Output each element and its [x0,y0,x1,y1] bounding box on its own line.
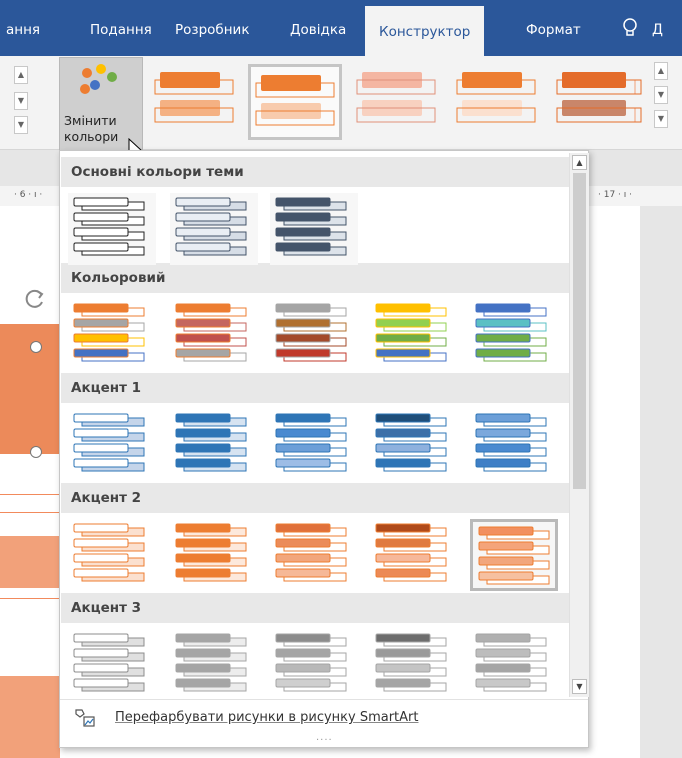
section-heading: Кольоровий [61,263,569,293]
color-dot-icon [107,72,117,82]
color-swatch-option[interactable] [68,193,156,265]
color-swatch-option[interactable] [68,519,156,591]
resize-handle[interactable] [30,341,42,353]
section-heading: Акцент 1 [61,373,569,403]
color-dot-icon [96,64,106,74]
resize-grip[interactable]: ···· [316,735,333,746]
layout-style-option[interactable] [150,64,244,140]
resize-handle[interactable] [30,446,42,458]
gallery-more-button[interactable]: ▼ [654,110,668,128]
tab-developer[interactable]: Розробник [175,0,250,56]
dropdown-footer: Перефарбувати рисунки в рисунку SmartArt… [60,699,588,747]
color-swatch-option[interactable] [270,629,358,701]
color-swatch-option[interactable] [370,409,458,481]
rotate-handle-icon[interactable] [22,286,48,312]
color-swatch-option[interactable] [170,629,258,701]
color-swatch-option[interactable] [170,519,258,591]
color-swatch-option[interactable] [68,629,156,701]
scroll-down-button[interactable]: ▼ [14,92,28,110]
color-swatch-option[interactable] [68,409,156,481]
lightbulb-icon[interactable] [622,18,638,40]
scroll-up-arrow-icon[interactable]: ▲ [572,155,587,170]
color-swatch-option[interactable] [370,299,458,371]
tab-help[interactable]: Довідка [290,0,346,56]
color-swatch-option[interactable] [470,629,558,701]
color-swatch-option[interactable] [270,193,358,265]
smartart-shape[interactable] [0,676,60,758]
recolor-pictures-icon [75,709,95,727]
color-dot-icon [82,68,92,78]
tell-me-text[interactable]: Д [652,0,663,60]
smartart-connector [0,494,60,495]
color-swatch-option[interactable] [170,409,258,481]
color-dot-icon [80,84,90,94]
tab-view[interactable]: Подання [90,0,152,56]
layout-style-option[interactable] [352,64,446,140]
layout-style-option[interactable] [452,64,546,140]
recolor-smartart-pictures-option[interactable]: Перефарбувати рисунки в рисунку SmartArt [115,710,419,725]
gallery-up-button[interactable]: ▲ [654,62,668,80]
layout-style-option[interactable] [248,64,342,140]
scroll-up-button[interactable]: ▲ [14,66,28,84]
color-dot-icon [90,80,100,90]
smartart-connector [0,512,60,513]
color-swatch-option[interactable] [470,519,558,591]
section-heading: Акцент 3 [61,593,569,623]
gallery-scrollbar[interactable]: ▲ ▼ ▼ [652,62,670,138]
color-swatch-option[interactable] [270,299,358,371]
ruler-right-label: · 17 · ı · [598,190,632,200]
scroll-down-arrow-icon[interactable]: ▼ [572,679,587,694]
tab-view-partial[interactable]: ання [6,0,40,56]
color-swatch-option[interactable] [270,409,358,481]
ribbon-tab-bar: ання Подання Розробник Довідка Конструкт… [0,0,682,56]
color-swatch-option[interactable] [370,519,458,591]
gallery-down-button[interactable]: ▼ [654,86,668,104]
color-swatch-option[interactable] [370,629,458,701]
scroll-thumb[interactable] [573,173,586,489]
smartart-shape[interactable] [0,536,60,588]
change-colors-button[interactable]: Змінити кольори [59,57,144,160]
layout-style-option[interactable] [552,64,648,140]
ruler-left-label: · 6 · ı · [14,190,43,200]
color-swatch-option[interactable] [170,193,258,265]
section-heading: Основні кольори теми [61,157,569,187]
color-swatch-option[interactable] [68,299,156,371]
dropdown-scrollbar[interactable]: ▲ ▼ [569,153,589,697]
change-colors-dropdown: Основні кольори теми Кольоровий Акцент 1… [59,150,589,748]
color-swatch-option[interactable] [270,519,358,591]
color-swatch-option[interactable] [470,409,558,481]
expand-gallery-button[interactable]: ▼ [14,116,28,134]
tab-design[interactable]: Конструктор [365,6,485,56]
color-swatch-option[interactable] [470,299,558,371]
color-swatch-option[interactable] [170,299,258,371]
smartart-connector [0,598,60,599]
tab-format[interactable]: Формат [526,0,581,56]
section-heading: Акцент 2 [61,483,569,513]
